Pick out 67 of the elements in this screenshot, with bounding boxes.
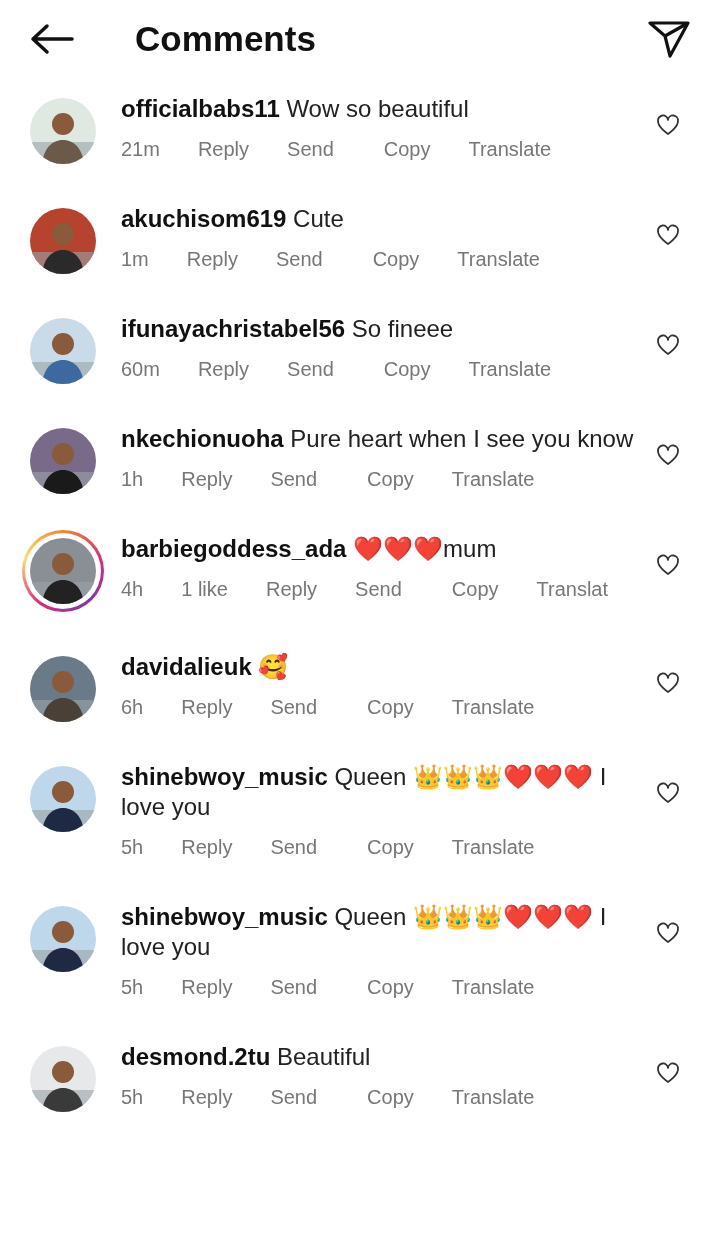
action-link[interactable]: Reply [181,692,233,722]
heart-icon[interactable] [656,114,680,136]
comment-text: akuchisom619 Cute [121,204,345,234]
like-count[interactable]: 1 like [181,574,228,604]
action-link[interactable]: Copy [372,244,420,274]
action-link[interactable]: Copy [383,354,431,384]
comment-text: nkechionuoha Pure heart when I see you know [121,424,635,454]
heart-icon[interactable] [656,922,680,944]
heart-icon[interactable] [656,444,680,466]
page-title: Comments [135,17,317,60]
comment-text: officialbabs11 Wow so beautiful [121,94,470,124]
comment-text: shinebwoy_music Queen 👑👑👑❤❤❤ I love you [121,762,608,822]
heart-icon[interactable] [656,224,680,246]
timestamp: 5h [121,975,144,1000]
action-link[interactable]: Reply [181,1082,233,1112]
timestamp: 1h [121,467,144,492]
timestamp: 60m [121,357,160,382]
action-link[interactable]: Translate [451,464,535,494]
action-link[interactable]: Send [287,134,334,164]
comment-text: barbiegoddess_ada ❤❤❤mum [121,534,498,564]
action-link[interactable]: Copy [367,1082,414,1112]
heart-icon[interactable] [656,334,680,356]
action-link[interactable]: Copy [383,134,431,164]
timestamp: 21m [121,137,160,162]
action-link[interactable]: Translat [536,574,609,604]
action-link[interactable]: Reply [197,354,250,384]
action-link[interactable]: Translate [451,692,535,722]
action-link[interactable]: Send [287,354,334,384]
timestamp: 6h [121,695,144,720]
comment-text: ifunayachristabel56 So fineee [121,314,455,344]
action-link[interactable]: Send [355,574,402,604]
send-icon[interactable] [648,20,690,58]
comment-text: shinebwoy_music Queen 👑👑👑❤❤❤ I love you [121,902,608,962]
action-link[interactable]: Copy [367,832,414,862]
action-link[interactable]: Translate [451,972,535,1002]
action-link[interactable]: Send [275,244,323,274]
comment-text: davidalieuk 🥰 [121,652,290,682]
action-link[interactable]: Reply [265,574,318,604]
action-link[interactable]: Send [270,692,318,722]
action-link[interactable]: Copy [367,972,414,1002]
action-link[interactable]: Translate [451,1082,535,1112]
timestamp: 1m [121,247,149,272]
action-link[interactable]: Copy [451,574,499,604]
action-link[interactable]: Send [270,1082,318,1112]
heart-icon[interactable] [656,672,680,694]
action-link[interactable]: Reply [181,972,233,1002]
action-link[interactable]: Translate [451,832,535,862]
comment-text: desmond.2tu Beautiful [121,1042,372,1072]
action-link[interactable]: Translate [468,134,552,164]
heart-icon[interactable] [656,554,680,576]
action-link[interactable]: Copy [367,464,414,494]
action-link[interactable]: Reply [181,832,233,862]
action-link[interactable]: Translate [457,244,540,274]
action-link[interactable]: Send [270,464,318,494]
action-link[interactable]: Reply [197,134,250,164]
action-link[interactable]: Send [270,972,318,1002]
action-link[interactable]: Translate [468,354,552,384]
action-link[interactable]: Reply [181,464,233,494]
heart-icon[interactable] [656,1062,680,1084]
action-link[interactable]: Copy [367,692,414,722]
heart-icon[interactable] [656,782,680,804]
back-icon[interactable] [30,23,74,55]
action-link[interactable]: Reply [186,244,238,274]
timestamp: 4h [121,577,144,602]
action-link[interactable]: Send [270,832,318,862]
timestamp: 5h [121,835,144,860]
timestamp: 5h [121,1085,144,1110]
